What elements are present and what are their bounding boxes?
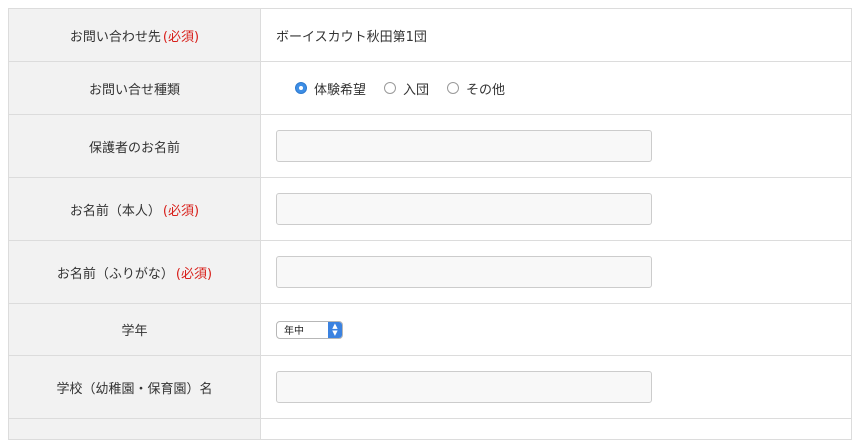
grade-select[interactable]: 年中 ▲ ▼ (276, 320, 343, 339)
required-mark: (必須) (162, 29, 200, 45)
school-name-input[interactable] (276, 371, 652, 403)
partial-label (9, 419, 261, 439)
name-label-text: お名前（本人） (69, 203, 161, 219)
radio-button-other[interactable] (447, 82, 460, 94)
row-grade: 学年 年中 ▲ ▼ (9, 304, 851, 356)
inquiry-type-label: お問い合せ種類 (9, 62, 261, 114)
guardian-name-label-text: 保護者のお名前 (88, 140, 180, 156)
radio-button-trial[interactable] (295, 82, 307, 94)
grade-field: 年中 ▲ ▼ (261, 304, 851, 355)
name-furigana-input[interactable] (276, 256, 652, 288)
radio-label-join: 入団 (403, 82, 430, 98)
grade-select-value: 年中 (284, 326, 304, 337)
school-name-field (261, 356, 851, 418)
inquiry-type-field: 体験希望 入団 その他 (261, 62, 851, 114)
name-furigana-label: お名前（ふりがな） (必須) (9, 241, 261, 303)
row-partial (9, 419, 851, 440)
required-mark: (必須) (162, 203, 200, 219)
radio-option-join[interactable]: 入団 (384, 79, 429, 98)
guardian-name-label: 保護者のお名前 (9, 115, 261, 177)
name-furigana-label-text: お名前（ふりがな） (56, 266, 174, 282)
contact-target-label: お問い合わせ先 (必須) (9, 9, 261, 61)
school-name-label: 学校（幼稚園・保育園）名 (9, 356, 261, 418)
required-mark: (必須) (175, 266, 213, 282)
grade-label: 学年 (9, 304, 261, 355)
name-label: お名前（本人） (必須) (9, 178, 261, 240)
row-guardian-name: 保護者のお名前 (9, 115, 851, 178)
contact-target-field: ボーイスカウト秋田第1団 (261, 9, 851, 61)
guardian-name-field (261, 115, 851, 177)
row-contact-target: お問い合わせ先 (必須) ボーイスカウト秋田第1団 (9, 9, 851, 62)
radio-option-trial[interactable]: 体験希望 (295, 79, 366, 98)
inquiry-type-radio-group: 体験希望 入団 その他 (276, 79, 523, 98)
radio-button-join[interactable] (384, 82, 397, 94)
name-furigana-field (261, 241, 851, 303)
row-inquiry-type: お問い合せ種類 体験希望 入団 その他 (9, 62, 851, 115)
name-input[interactable] (276, 193, 652, 225)
grade-label-text: 学年 (121, 324, 148, 339)
contact-target-label-text: お問い合わせ先 (69, 29, 161, 45)
contact-form: お問い合わせ先 (必須) ボーイスカウト秋田第1団 お問い合せ種類 体験希望 入… (8, 8, 852, 440)
row-name-furigana: お名前（ふりがな） (必須) (9, 241, 851, 304)
row-name: お名前（本人） (必須) (9, 178, 851, 241)
select-arrows-icon: ▲ ▼ (328, 321, 342, 338)
radio-label-trial: 体験希望 (314, 82, 367, 98)
radio-label-other: その他 (466, 82, 506, 98)
name-field (261, 178, 851, 240)
inquiry-type-label-text: お問い合せ種類 (88, 82, 180, 98)
contact-target-value: ボーイスカウト秋田第1団 (276, 29, 427, 45)
row-school-name: 学校（幼稚園・保育園）名 (9, 356, 851, 419)
partial-field (261, 419, 851, 439)
radio-option-other[interactable]: その他 (447, 79, 505, 98)
guardian-name-input[interactable] (276, 130, 652, 162)
school-name-label-text: 学校（幼稚園・保育園）名 (56, 381, 213, 397)
